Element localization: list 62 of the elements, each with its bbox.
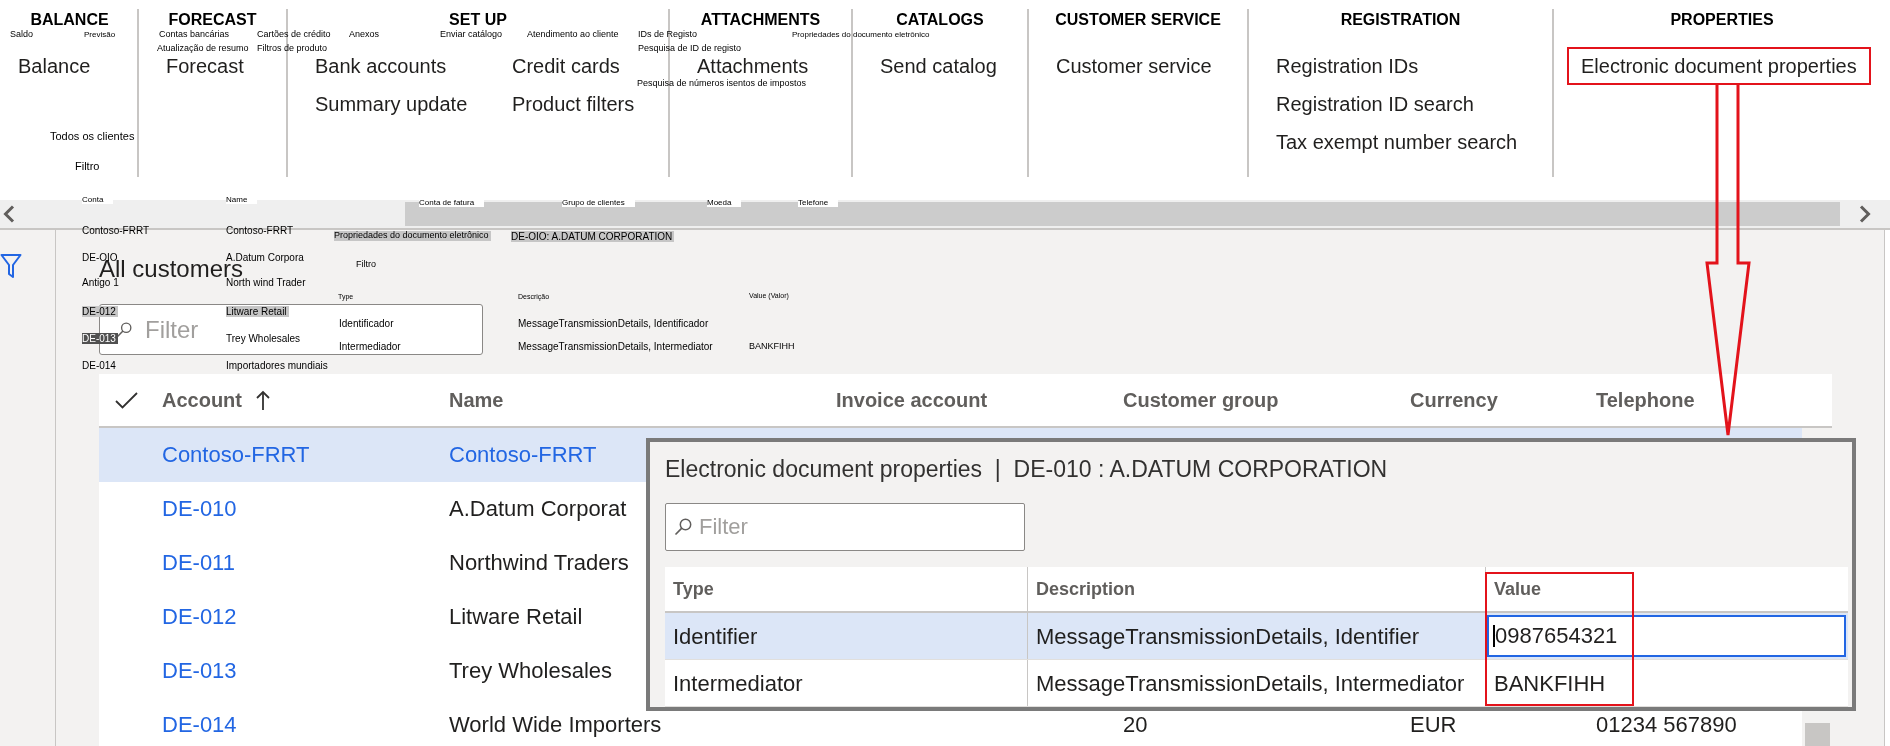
table-cell: 20 [1123, 714, 1148, 736]
overlay-label: Todos os clientes [50, 129, 135, 143]
overlay-label: Saldo [10, 30, 34, 40]
table-cell: Identifier [673, 623, 758, 649]
overlay-label: Name [226, 195, 258, 205]
overlay-label: Moeda [707, 198, 742, 208]
overlay-label: Contas bancárias [159, 30, 230, 40]
overlay-label: Filtro [75, 159, 100, 173]
overlay-label: MessageTransmissionDetails, Intermediator [518, 340, 713, 352]
overlay-label: Atendimento ao cliente [527, 30, 619, 40]
overlay-label: Conta de fatura [419, 198, 485, 208]
dialog-title: Electronic document properties | DE-010 : A.DATUM CORPORATION [665, 457, 1388, 481]
overlay-label: DE-014 [82, 359, 116, 371]
table-cell: Trey Wholesales [449, 660, 612, 682]
overlay-label: Intermediador [339, 340, 401, 352]
overlay-label: Cartões de crédito [257, 30, 331, 40]
overlay-label: Propriedades do documento eletrônico [792, 30, 930, 40]
overlay-label: DE-013 [82, 332, 118, 344]
table-cell: Northwind Traders [449, 552, 629, 574]
overlay-label: DE-OIO: A.DATUM CORPORATION [511, 230, 675, 242]
ribbon-group-title: BALANCE [30, 10, 109, 30]
overlay-label: Previsão [84, 30, 116, 40]
overlay-label: BANKFIHH [749, 342, 795, 352]
overlay-label: Propriedades do documento eletrônico [334, 231, 491, 241]
overlay-label: IDs de Registo [638, 30, 698, 40]
overlay-label: Telefone [798, 198, 839, 208]
ribbon-group-title: CUSTOMER SERVICE [1055, 10, 1221, 30]
table-cell: World Wide Importers [449, 714, 662, 736]
ribbon-group-title: FORECAST [168, 10, 257, 30]
table-cell: A.Datum Corporat [449, 498, 627, 520]
table-cell: MessageTransmissionDetails, Intermediator [1036, 670, 1465, 696]
table-cell: BANKFIHH [1494, 670, 1606, 696]
overlay-label: A.Datum Corpora [226, 251, 304, 263]
overlay-label: Identificador [339, 317, 394, 329]
overlay-label: Filtro [356, 260, 376, 270]
table-cell: 01234 567890 [1596, 714, 1737, 736]
overlay-label: Atualização de resumo [157, 44, 249, 54]
overlay-label: Anexos [349, 30, 380, 40]
overlay-label: Litware Retail [226, 305, 289, 317]
table-cell: MessageTransmissionDetails, Identifier [1036, 623, 1420, 649]
overlay-label: Antigo 1 [82, 276, 119, 288]
ribbon-group-title: ATTACHMENTS [700, 10, 821, 30]
overlay-label: Trey Wholesales [226, 332, 301, 344]
ribbon-group-title: SET UP [449, 10, 507, 30]
overlay-label: Contoso-FRRT [226, 224, 294, 236]
ribbon-group-title: PROPERTIES [1670, 10, 1774, 30]
table-cell: EUR [1410, 714, 1457, 736]
overlay-label: Enviar catálogo [440, 30, 503, 40]
ribbon-group-title: REGISTRATION [1340, 10, 1461, 30]
overlay-label: Contoso-FRRT [82, 224, 150, 236]
overlay-label: MessageTransmissionDetails, Identificador [518, 317, 709, 329]
table-cell: Intermediator [673, 670, 803, 696]
ribbon-group-title: CATALOGS [896, 10, 984, 30]
overlay-label: Importadores mundiais [226, 359, 328, 371]
overlay-label: DE-012 [82, 305, 118, 317]
overlay-label: Filtros de produto [257, 44, 328, 54]
overlay-label: Pesquisa de ID de registo [638, 44, 742, 54]
table-cell: Litware Retail [449, 606, 583, 628]
overlay-label: North wind Trader [226, 276, 306, 288]
overlay-label: Grupo de clientes [562, 198, 635, 208]
overlay-label: Pesquisa de números isentos de impostos [637, 79, 807, 89]
overlay-label: Conta [82, 195, 114, 205]
